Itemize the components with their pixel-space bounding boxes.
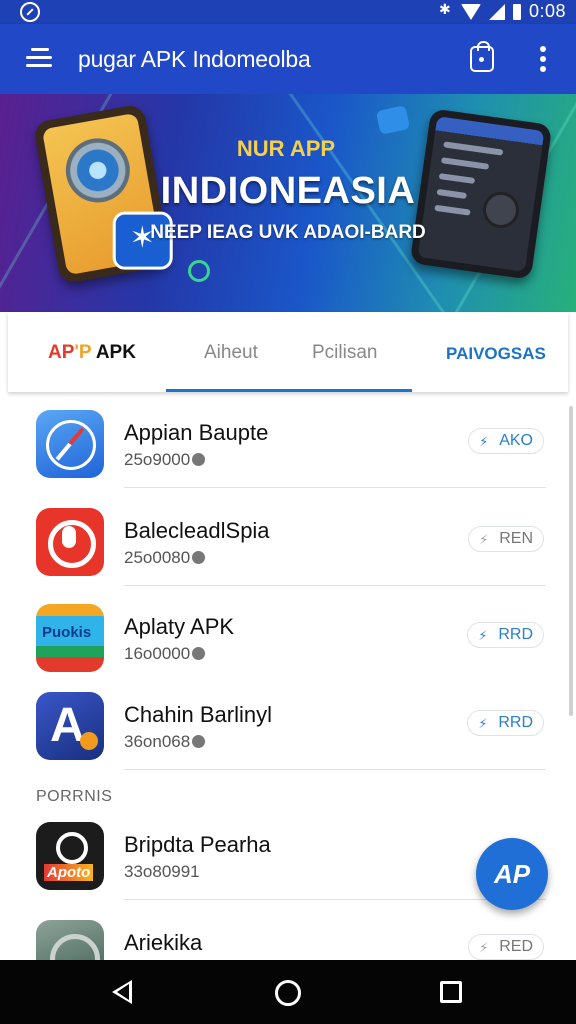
list-item[interactable]: Appian Baupte 25o9000 AKO (0, 392, 576, 488)
system-nav-bar (0, 960, 576, 1024)
a-letter-app-icon: A (36, 692, 104, 760)
app-downloads: 16o0000 (124, 644, 206, 664)
app-title: pugar APK Indomeolba (78, 46, 311, 72)
ap-fab-button[interactable]: AP (476, 838, 548, 910)
bolt-icon (478, 625, 492, 648)
notification-icon (20, 2, 40, 22)
home-icon[interactable] (275, 980, 301, 1006)
more-options-icon[interactable] (538, 46, 548, 72)
app-name: Aplaty APK (124, 614, 235, 639)
info-icon (192, 453, 206, 466)
recent-apps-icon[interactable] (440, 981, 462, 1003)
info-icon (192, 551, 206, 564)
app-downloads: 33o80991 (124, 862, 200, 881)
install-button[interactable]: RRD (467, 622, 544, 648)
tab-paivogsas[interactable]: PAIVOGSAS (446, 344, 546, 364)
info-icon (192, 735, 206, 748)
signal-icon (488, 3, 505, 20)
tab-pcilisan[interactable]: Pcilisan (312, 342, 377, 364)
red-app-icon (36, 508, 104, 576)
tab-app-apk[interactable]: AP'P APK (48, 342, 136, 364)
install-button[interactable]: REN (468, 526, 544, 552)
store-bag-icon[interactable] (470, 41, 494, 72)
wifi-icon (460, 3, 481, 20)
scrollbar[interactable] (569, 406, 573, 716)
list-item[interactable]: Puokis Aplaty APK 16o0000 RRD (0, 586, 576, 682)
app-downloads: 36on068 (124, 732, 206, 752)
app-name: BalecleadlSpia (124, 518, 270, 543)
bolt-icon (478, 713, 492, 736)
bluetooth-icon (439, 2, 453, 21)
bolt-icon (479, 529, 493, 552)
tab-aiheut[interactable]: Aiheut (204, 342, 258, 364)
install-button[interactable]: RRD (467, 710, 544, 736)
banner-headline: INDIONEASIA (160, 170, 416, 212)
install-button[interactable]: AKO (468, 428, 544, 454)
divider (124, 769, 546, 770)
status-bar: 0:08 (0, 0, 576, 24)
bolt-icon (479, 431, 493, 454)
install-button[interactable]: RED (468, 934, 544, 960)
bolt-icon (479, 937, 493, 960)
puokis-app-icon: Puokis (36, 604, 104, 672)
decorative-tile-icon (375, 105, 411, 135)
list-item[interactable]: BalecleadlSpia 25o0080 REN (0, 490, 576, 586)
app-name: Chahin Barlinyl (124, 702, 272, 727)
back-icon[interactable] (112, 980, 132, 1004)
app-name: Appian Baupte (124, 420, 269, 445)
banner-kicker: NUR APP (236, 136, 336, 161)
info-icon (192, 647, 206, 660)
app-bar: pugar APK Indomeolba (0, 24, 576, 94)
status-time: 0:08 (528, 1, 566, 21)
battery-icon (512, 3, 521, 20)
menu-icon[interactable] (26, 48, 52, 68)
tab-bar: AP'P APK Aiheut Pcilisan PAIVOGSAS (8, 312, 568, 392)
list-item[interactable]: A Chahin Barlinyl 36on068 RRD (0, 674, 576, 770)
compass-icon (36, 410, 104, 478)
banner-subline: NEEP IEAG UVK ADAOI-BARD (150, 222, 426, 243)
app-downloads: 25o9000 (124, 450, 206, 470)
decorative-ring-icon (188, 260, 210, 282)
divider (124, 899, 546, 900)
app-downloads: 25o0080 (124, 548, 206, 568)
apoto-app-icon: Apoto (36, 822, 104, 890)
divider (124, 487, 546, 488)
app-name: Ariekika (124, 930, 203, 955)
app-name: Bripdta Pearha (124, 832, 271, 857)
promo-banner[interactable]: NUR APP INDIONEASIA NEEP IEAG UVK ADAOI-… (0, 94, 576, 312)
